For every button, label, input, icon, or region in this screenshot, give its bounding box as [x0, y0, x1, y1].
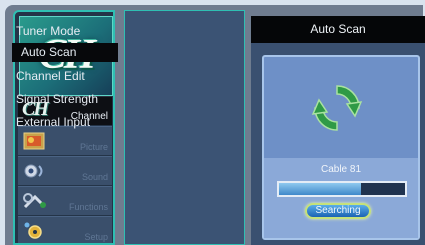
submenu-item-tuner-mode[interactable]: Tuner Mode — [16, 24, 80, 38]
submenu-item-external-input[interactable]: External Input — [16, 115, 90, 129]
sidebar-item-label: Functions — [68, 202, 108, 212]
refresh-arrows-icon — [311, 85, 363, 131]
scan-progress-fill — [279, 183, 361, 195]
panel-title: Auto Scan — [251, 16, 425, 43]
sidebar-item-label: Setup — [84, 232, 108, 242]
sidebar-item-label: Sound — [81, 172, 108, 182]
channel-label: Cable 81 — [320, 164, 362, 175]
functions-icon — [23, 193, 46, 209]
channel-submenu — [124, 10, 245, 245]
scan-progress-bar — [277, 181, 407, 197]
submenu-item-auto-scan[interactable]: Auto Scan — [12, 43, 118, 62]
sidebar-item-label: Picture — [79, 142, 108, 152]
submenu-item-signal-strength[interactable]: Signal Strength — [16, 92, 98, 106]
sidebar-item-setup[interactable]: Setup — [18, 216, 112, 243]
submenu-item-channel-edit[interactable]: Channel Edit — [16, 69, 85, 83]
sound-icon — [24, 164, 43, 178]
sidebar-item-functions[interactable]: Functions — [18, 186, 112, 215]
sidebar-item-sound[interactable]: Sound — [18, 156, 112, 185]
setup-icon — [24, 222, 42, 239]
picture-icon — [23, 132, 45, 150]
sidebar-item-picture[interactable]: Picture — [18, 126, 112, 155]
searching-status-button[interactable]: Searching — [305, 203, 371, 219]
